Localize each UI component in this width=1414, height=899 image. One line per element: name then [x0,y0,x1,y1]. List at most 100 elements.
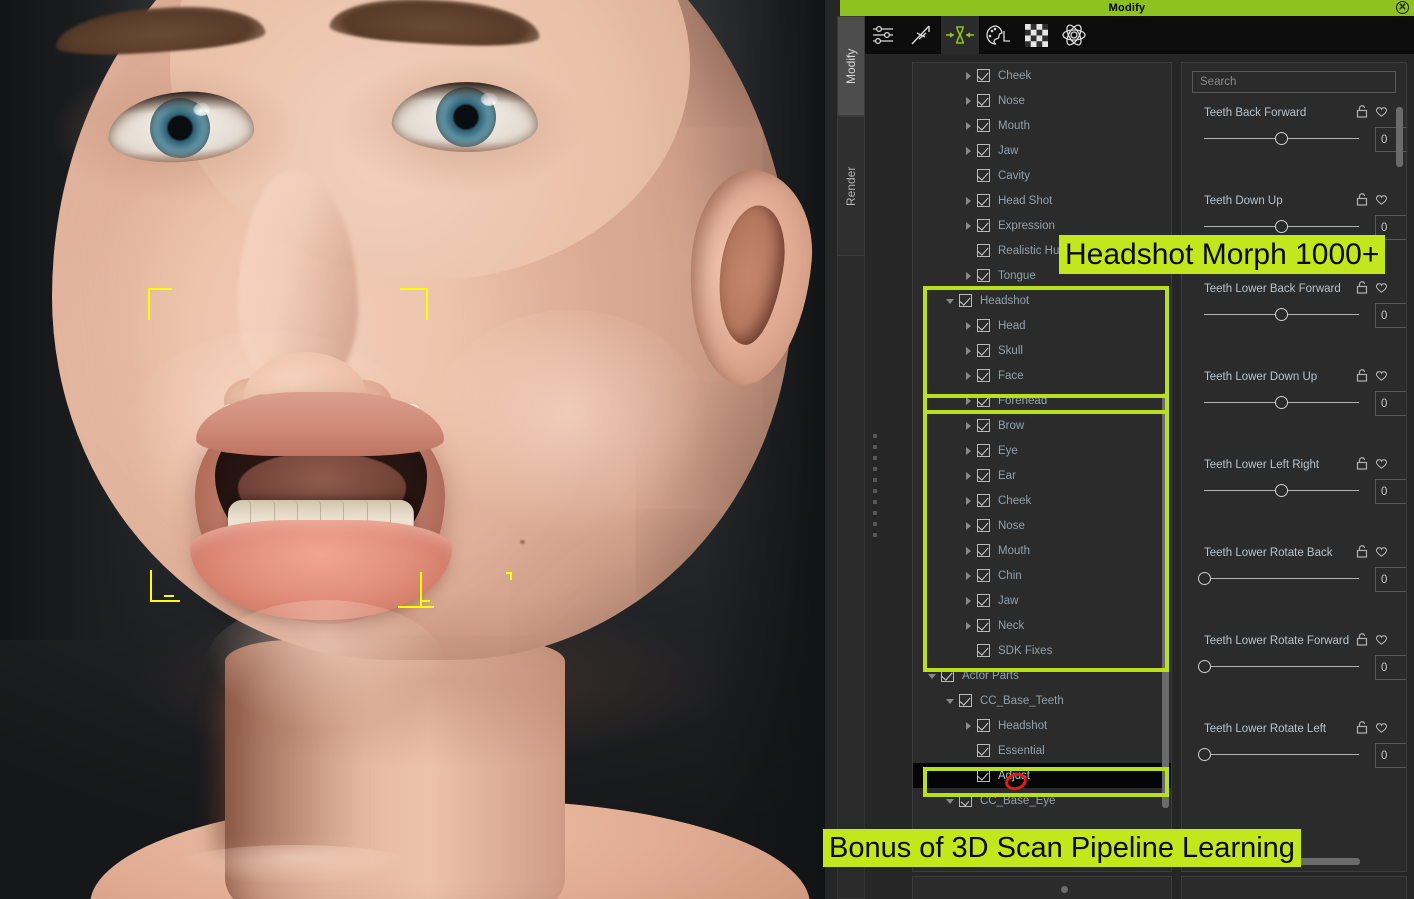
slider-value-field[interactable]: 0 [1375,567,1406,592]
checkbox-icon[interactable] [977,94,990,107]
tree-item-cc-base-teeth[interactable]: CC_Base_Teeth [913,688,1171,713]
checkbox-icon[interactable] [977,519,990,532]
tree-item-head[interactable]: Head [913,313,1171,338]
morph-slider-panel[interactable]: Teeth Back Forward0Teeth Down Up0Teeth L… [1181,62,1407,872]
checkbox-icon[interactable] [977,744,990,757]
heart-icon[interactable] [1375,721,1388,739]
morph-tab[interactable] [941,16,979,54]
tree-item-head-shot[interactable]: Head Shot [913,188,1171,213]
chevron-right-icon[interactable] [963,545,975,557]
slider-knob[interactable] [1275,132,1288,145]
sidebar-item-render[interactable]: Render [837,116,865,256]
tree-item-adjust[interactable]: Adjust [913,763,1171,788]
tree-item-cheek[interactable]: Cheek [913,63,1171,88]
slider-row[interactable]: Teeth Lower Rotate Back 0 [1182,541,1406,629]
tree-item-essential[interactable]: Essential [913,738,1171,763]
checkbox-icon[interactable] [977,494,990,507]
heart-icon[interactable] [1375,281,1388,299]
checkbox-icon[interactable] [977,344,990,357]
checkbox-icon[interactable] [977,144,990,157]
slider-value-field[interactable]: 0 [1375,479,1406,504]
tree-scrollbar[interactable] [1162,393,1169,808]
slider-value-field[interactable]: 0 [1375,655,1406,680]
attribute-tab[interactable] [865,16,903,54]
sidebar-item-modify[interactable]: Modify [837,16,865,116]
slider-vertical-scrollbar[interactable] [1396,107,1403,167]
chevron-down-icon[interactable] [927,670,939,682]
chevron-right-icon[interactable] [963,470,975,482]
checkbox-icon[interactable] [977,119,990,132]
chevron-right-icon[interactable] [963,520,975,532]
slider-row[interactable]: Teeth Lower Left Right 0 [1182,453,1406,541]
tree-item-mouth[interactable]: Mouth [913,113,1171,138]
tree-item-forehead[interactable]: Forehead [913,388,1171,413]
heart-icon[interactable] [1375,193,1388,211]
chevron-right-icon[interactable] [963,195,975,207]
heart-icon[interactable] [1375,457,1388,475]
slider-value-field[interactable]: 0 [1375,391,1406,416]
slider-value-field[interactable]: 0 [1375,303,1406,328]
checkbox-icon[interactable] [977,269,990,282]
chevron-right-icon[interactable] [963,270,975,282]
unlock-icon[interactable] [1356,105,1368,123]
search-input[interactable] [1193,72,1395,92]
tree-item-neck[interactable]: Neck [913,613,1171,638]
chevron-right-icon[interactable] [963,95,975,107]
chevron-right-icon[interactable] [963,620,975,632]
checkbox-icon[interactable] [959,694,972,707]
checkbox-icon[interactable] [977,219,990,232]
chevron-right-icon[interactable] [963,120,975,132]
slider-row[interactable]: Teeth Back Forward 0 [1182,101,1406,189]
checkbox-icon[interactable] [977,469,990,482]
checkbox-icon[interactable] [941,669,954,682]
tree-item-mouth[interactable]: Mouth [913,538,1171,563]
morph-tree-list[interactable]: Cheek Nose Mouth Jaw Cavity Head Shot Expressi… [913,63,1171,871]
tree-item-jaw[interactable]: Jaw [913,138,1171,163]
checkbox-icon[interactable] [977,369,990,382]
chevron-right-icon[interactable] [963,445,975,457]
tree-item-nose[interactable]: Nose [913,88,1171,113]
checkbox-icon[interactable] [959,294,972,307]
unlock-icon[interactable] [1356,193,1368,211]
slider-row[interactable]: Teeth Lower Down Up 0 [1182,365,1406,453]
chevron-down-icon[interactable] [945,795,957,807]
bottom-panel-handle[interactable] [1061,886,1068,893]
chevron-right-icon[interactable] [963,145,975,157]
checkbox-icon[interactable] [977,319,990,332]
panel-drag-handle[interactable] [873,434,879,554]
unlock-icon[interactable] [1356,369,1368,387]
checkbox-icon[interactable] [977,194,990,207]
unlock-icon[interactable] [1356,281,1368,299]
physics-tab[interactable] [1055,16,1093,54]
chevron-right-icon[interactable] [963,420,975,432]
tree-item-sdk-fixes[interactable]: SDK Fixes [913,638,1171,663]
slider-knob[interactable] [1275,484,1288,497]
checkbox-icon[interactable] [977,394,990,407]
slider-knob[interactable] [1197,572,1211,585]
slider-track[interactable] [1204,666,1359,667]
checkbox-icon[interactable] [977,444,990,457]
tree-item-ear[interactable]: Ear [913,463,1171,488]
close-icon[interactable]: ✕ [1396,1,1409,14]
tree-item-brow[interactable]: Brow [913,413,1171,438]
checkbox-icon[interactable] [977,619,990,632]
slider-knob[interactable] [1275,396,1288,409]
checkbox-icon[interactable] [977,569,990,582]
checkbox-icon[interactable] [977,769,990,782]
chevron-right-icon[interactable] [963,370,975,382]
slider-row[interactable]: Teeth Lower Rotate Forward 0 [1182,629,1406,717]
heart-icon[interactable] [1375,633,1388,651]
checkbox-icon[interactable] [959,794,972,807]
checkbox-icon[interactable] [977,169,990,182]
chevron-down-icon[interactable] [945,695,957,707]
chevron-right-icon[interactable] [963,595,975,607]
tree-item-face[interactable]: Face [913,363,1171,388]
chevron-right-icon[interactable] [963,395,975,407]
tree-item-cavity[interactable]: Cavity [913,163,1171,188]
morph-tree-panel[interactable]: Cheek Nose Mouth Jaw Cavity Head Shot Expressi… [912,62,1172,872]
tree-item-jaw[interactable]: Jaw [913,588,1171,613]
slider-value-field[interactable]: 0 [1375,743,1406,768]
slider-track[interactable] [1204,754,1359,755]
pose-tab[interactable] [903,16,941,54]
slider-knob[interactable] [1275,220,1288,233]
